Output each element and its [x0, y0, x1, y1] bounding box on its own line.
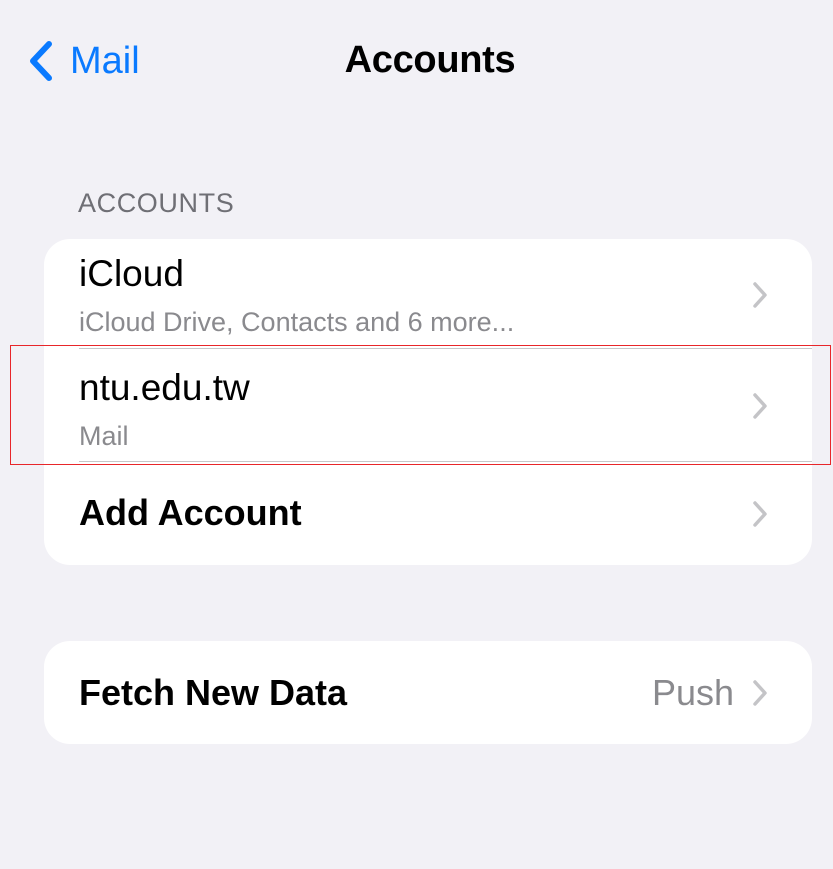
account-subtitle: iCloud Drive, Contacts and 6 more... [79, 307, 515, 337]
account-row-icloud[interactable]: iCloud iCloud Drive, Contacts and 6 more… [44, 239, 812, 348]
fetch-new-data-row[interactable]: Fetch New Data Push [44, 641, 812, 744]
account-row-ntu[interactable]: ntu.edu.tw Mail [44, 349, 812, 461]
add-account-button[interactable]: Add Account [44, 462, 812, 565]
account-title: iCloud [79, 253, 184, 294]
fetch-new-data-label: Fetch New Data [79, 672, 348, 713]
chevron-right-icon [752, 281, 768, 309]
chevron-right-icon [752, 392, 768, 420]
accounts-list: iCloud iCloud Drive, Contacts and 6 more… [44, 239, 812, 565]
chevron-right-icon [752, 500, 768, 528]
accounts-section-header: ACCOUNTS [78, 188, 235, 218]
add-account-label: Add Account [79, 492, 302, 533]
fetch-settings-list: Fetch New Data Push [44, 641, 812, 744]
account-subtitle: Mail [79, 421, 129, 451]
account-title: ntu.edu.tw [79, 367, 250, 408]
fetch-new-data-value: Push [651, 672, 734, 713]
chevron-right-icon [752, 679, 768, 707]
page-title: Accounts [344, 39, 516, 81]
